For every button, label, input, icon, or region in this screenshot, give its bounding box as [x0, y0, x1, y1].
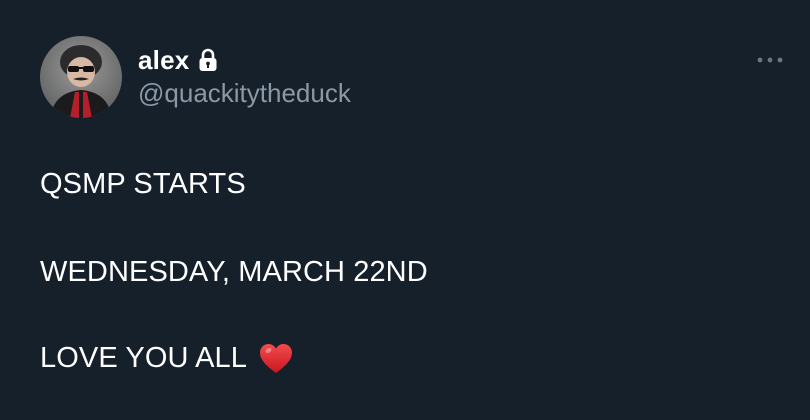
author-avatar[interactable] [40, 36, 122, 118]
more-horizontal-icon [757, 57, 783, 63]
author-name-row: alex [138, 44, 218, 76]
tweet-text-line-1: QSMP STARTS [40, 168, 246, 200]
tweet-text-line-3-label: LOVE YOU ALL [40, 342, 248, 374]
red-heart-icon [259, 343, 293, 375]
author-handle[interactable]: @quackitytheduck [138, 78, 351, 109]
author-display-name[interactable]: alex [138, 45, 189, 76]
more-options-button[interactable] [752, 48, 788, 72]
lock-icon [198, 48, 218, 72]
tweet-text-line-3: LOVE YOU ALL [40, 342, 293, 375]
tweet-card[interactable]: alex @quackitytheduck QSMP STARTS WEDNES… [0, 0, 810, 420]
tweet-text-line-2: WEDNESDAY, MARCH 22ND [40, 256, 428, 288]
